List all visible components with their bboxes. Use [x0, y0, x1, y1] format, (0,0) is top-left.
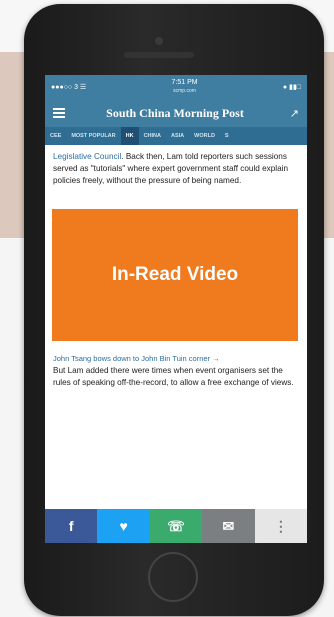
paragraph-1: Legislative Council. Back then, Lam told… — [53, 151, 299, 187]
mail-share-button[interactable]: ✉ — [202, 509, 255, 543]
status-time: 7:51 PM — [171, 79, 198, 86]
tab-most-popular[interactable]: MOST POPULAR — [66, 127, 120, 145]
home-button[interactable] — [148, 552, 198, 602]
more-options-button[interactable]: ⋮ — [254, 509, 307, 543]
brand-title[interactable]: South China Morning Post — [65, 106, 285, 121]
status-center: 7:51 PM scmp.com — [172, 79, 198, 95]
app-bar: South China Morning Post ↗ — [45, 99, 307, 127]
mail-icon: ✉ — [222, 517, 235, 534]
status-bar: ●●●○○ 3 ☰ 7:51 PM scmp.com ● ▮▮□ — [45, 75, 307, 99]
camera-icon — [155, 37, 163, 45]
twitter-share-button[interactable]: ♥ — [97, 509, 150, 543]
twitter-icon: ♥ — [119, 518, 128, 534]
more-icon: ⋮ — [273, 517, 288, 534]
facebook-icon: f — [68, 518, 74, 534]
article-body: Legislative Council. Back then, Lam told… — [45, 145, 307, 389]
tab-s[interactable]: S — [220, 127, 234, 145]
video-label: In-Read Video — [111, 264, 239, 285]
phone-screen: ●●●○○ 3 ☰ 7:51 PM scmp.com ● ▮▮□ South C… — [45, 75, 307, 543]
carrier-signal: ●●●○○ 3 ☰ — [51, 84, 87, 91]
in-read-video[interactable]: In-Read Video — [52, 209, 298, 341]
facebook-share-button[interactable]: f — [45, 509, 98, 543]
tab-china[interactable]: CHINA — [139, 127, 166, 145]
tab-hk[interactable]: HK — [120, 127, 139, 145]
related-article-link[interactable]: John Tsang bows down to John Bin Tuin co… — [53, 353, 299, 365]
status-url: scmp.com — [173, 88, 196, 94]
whatsapp-share-button[interactable]: ☏ — [149, 509, 203, 543]
paragraph-2: But Lam added there were times when even… — [53, 366, 294, 387]
trend-icon[interactable]: ↗ — [285, 107, 299, 120]
section-tabs: CEE MOST POPULAR HK CHINA ASIA WORLD S — [45, 127, 307, 145]
menu-icon[interactable] — [53, 108, 65, 118]
legco-link[interactable]: Legislative Council — [53, 152, 121, 161]
battery-indicator: ● ▮▮□ — [282, 84, 301, 91]
whatsapp-icon: ☏ — [167, 517, 185, 534]
tab-cee[interactable]: CEE — [45, 127, 66, 145]
tab-world[interactable]: WORLD — [189, 127, 220, 145]
speaker-icon — [124, 52, 194, 58]
share-bar: f ♥ ☏ ✉ ⋮ — [45, 509, 307, 543]
tab-asia[interactable]: ASIA — [166, 127, 189, 145]
